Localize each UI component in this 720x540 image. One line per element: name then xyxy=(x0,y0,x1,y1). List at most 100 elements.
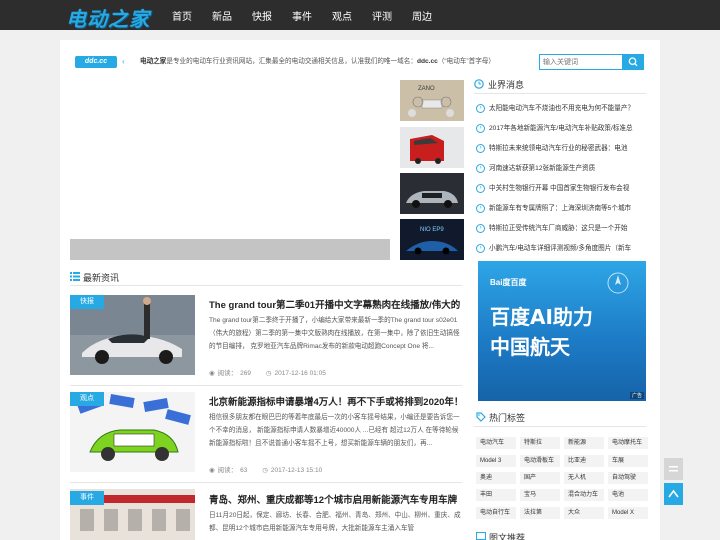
hot-tag[interactable]: 大众 xyxy=(564,507,604,519)
nav-events[interactable]: 事件 xyxy=(292,8,312,23)
latest-divider xyxy=(70,285,462,286)
hot-tag[interactable]: 特斯拉 xyxy=(520,437,560,449)
search-button[interactable] xyxy=(623,54,644,70)
nav-peripherals[interactable]: 周边 xyxy=(412,8,432,23)
notice-text-mid: 是专业的电动车行业资讯网站，汇集最全的电动交通相关信息，认准我们的唯一域名： xyxy=(166,58,417,65)
hot-tag[interactable]: 国产 xyxy=(520,472,560,484)
chevron-right-icon: › xyxy=(476,243,485,253)
nav-home[interactable]: 首页 xyxy=(172,8,192,23)
industry-news-title: 业界消息 xyxy=(488,80,525,90)
industry-item-label: 小鹏汽车/电动车详细评测视频/多角度图片（新车 xyxy=(489,245,632,252)
hot-tags-divider xyxy=(474,426,646,427)
chevron-right-icon: › xyxy=(476,103,485,113)
article-2-tag[interactable]: 观点 xyxy=(70,392,104,406)
tag-icon xyxy=(476,412,486,422)
article-2-title[interactable]: 北京新能源指标申请暴增4万人！再不下手或将排到2020年！ xyxy=(209,394,461,408)
hot-tag[interactable]: 奥迪 xyxy=(476,472,516,484)
notice-domain: ddc.cc xyxy=(416,58,438,65)
svg-text:NIO EP9: NIO EP9 xyxy=(420,227,444,233)
hot-tag[interactable]: 电池 xyxy=(608,489,648,501)
industry-item[interactable]: › 新能源车有专属牌照了：上海深圳济南等5个城市 xyxy=(476,203,646,215)
article-2-summary: 相信很多朋友都在眼巴巴的等着年底最后一次的小客车摇号结果，小编还是要告诉您一个不… xyxy=(209,414,460,447)
ad-brand: Bai度百度 xyxy=(490,278,527,287)
arrow-up-icon xyxy=(668,489,679,498)
featured-slider[interactable] xyxy=(70,80,390,260)
article-3-title[interactable]: 青岛、郑州、重庆成都等12个城市启用新能源汽车专用车牌 xyxy=(209,492,461,506)
industry-item[interactable]: › 特斯拉未来统领电动汽车行业的秘密武器：电池 xyxy=(476,143,646,155)
article-1-date: 2017-12-16 01:05 xyxy=(274,370,326,377)
hot-tag[interactable]: 比亚迪 xyxy=(564,455,604,467)
article-2-views: 63 xyxy=(240,467,248,474)
article-1-tag[interactable]: 快报 xyxy=(70,295,104,309)
industry-item[interactable]: › 河南速达新获第12张新能源生产资质 xyxy=(476,163,646,175)
clock-icon: ◷ xyxy=(262,467,268,474)
article-3-summary: 日11月20日起，保定、廊坊、长春、合肥、福州、青岛、郑州、中山、柳州、重庆、成… xyxy=(209,512,461,532)
article-1-views-label: 阅读： xyxy=(217,370,238,377)
notice-site-name: 电动之家 xyxy=(140,58,167,65)
site-logo[interactable]: 电动之家 xyxy=(66,3,150,32)
industry-item[interactable]: › 太阳能电动汽车不烧油也不用充电为何不能量产？ xyxy=(476,103,646,115)
industry-item-label: 2017年各地新能源汽车/电动汽车补贴政策/标准总 xyxy=(489,125,633,132)
industry-item[interactable]: › 特斯拉正受传统汽车厂商威胁：这只是一个开始 xyxy=(476,223,646,235)
industry-item[interactable]: › 小鹏汽车/电动车详细评测视频/多角度图片（新车 xyxy=(476,243,646,255)
article-3-tag[interactable]: 事件 xyxy=(70,491,104,505)
hot-tag[interactable]: 新能源 xyxy=(564,437,604,449)
image-recommend-title: 图文推荐 xyxy=(489,533,526,540)
hot-tags-title: 热门标签 xyxy=(489,413,526,423)
svg-text:ZANO: ZANO xyxy=(418,86,435,92)
hot-tag[interactable]: 电动滑板车 xyxy=(520,455,560,467)
chevron-left-icon: ‹ xyxy=(122,57,125,66)
chevron-right-icon: › xyxy=(476,143,485,153)
hot-tag[interactable]: 宝马 xyxy=(520,489,560,501)
nav-news-flash[interactable]: 快报 xyxy=(252,8,272,23)
thumb-tesla-semi[interactable] xyxy=(400,127,464,168)
chevron-right-icon: › xyxy=(476,123,485,133)
thumb-zano-drone[interactable]: ZANO xyxy=(400,80,464,121)
article-1-title[interactable]: The grand tour第二季01开播中文字幕熟肉在线播放/伟大的 xyxy=(209,297,461,311)
industry-item-label: 中关村生物银行开幕 中国首家生物银行发布会视 xyxy=(489,185,630,192)
industry-item-label: 河南速达新获第12张新能源生产资质 xyxy=(489,165,596,172)
eye-icon: ◉ xyxy=(209,370,215,377)
hot-tag[interactable]: Model X xyxy=(608,507,648,519)
nav-opinions[interactable]: 观点 xyxy=(332,8,352,23)
article-divider xyxy=(70,482,462,483)
ad-headline-2: 中国航天 xyxy=(490,335,570,359)
search-input[interactable] xyxy=(539,54,623,70)
hot-tag[interactable]: 丰田 xyxy=(476,489,516,501)
hot-tag[interactable]: 车展 xyxy=(608,455,648,467)
top-navbar: 电动之家 首页 新品 快报 事件 观点 评测 周边 xyxy=(0,0,720,32)
industry-item[interactable]: › 中关村生物银行开幕 中国首家生物银行发布会视 xyxy=(476,183,646,195)
menu-icon xyxy=(669,466,678,472)
nav-reviews[interactable]: 评测 xyxy=(372,8,392,23)
hot-tag[interactable]: 电动摩托车 xyxy=(608,437,648,449)
domain-badge: ddc.cc xyxy=(75,56,117,68)
float-menu-button[interactable] xyxy=(664,458,683,480)
article-2-meta: ◉ 阅读： 63 ◷ 2017-12-13 15:10 xyxy=(209,464,325,474)
clock-icon: ◷ xyxy=(265,370,272,377)
industry-item-label: 太阳能电动汽车不烧油也不用充电为何不能量产？ xyxy=(489,105,635,112)
article-1-views: 269 xyxy=(240,370,252,377)
baidu-ad-banner[interactable]: Bai度百度 百度AI助力 中国航天 广告 xyxy=(478,261,646,401)
hot-tag[interactable]: Model 3 xyxy=(476,455,516,467)
back-to-top-button[interactable] xyxy=(664,483,683,505)
hot-tag[interactable]: 电动自行车 xyxy=(476,507,516,519)
industry-divider xyxy=(474,93,646,94)
chevron-right-icon: › xyxy=(476,203,485,213)
article-divider xyxy=(70,385,462,386)
list-icon xyxy=(70,272,80,281)
hot-tag[interactable]: 自动驾驶 xyxy=(608,472,648,484)
hot-tag[interactable]: 混合动力车 xyxy=(564,489,604,501)
nav-new-products[interactable]: 新品 xyxy=(212,8,232,23)
hot-tag[interactable]: 法拉第 xyxy=(520,507,560,519)
ad-headline-1: 百度AI助力 xyxy=(490,305,593,329)
thumb-jaguar-ipace[interactable] xyxy=(400,173,464,214)
industry-item-label: 特斯拉正受传统汽车厂商威胁：这只是一个开始 xyxy=(489,225,628,232)
notice-text: 电动之家是专业的电动车行业资讯网站，汇集最全的电动交通相关信息，认准我们的唯一域… xyxy=(140,56,600,68)
notice-text-end: （“电动车”首字母） xyxy=(437,58,495,65)
industry-item[interactable]: › 2017年各地新能源汽车/电动汽车补贴政策/标准总 xyxy=(476,123,646,135)
latest-news-title: 最新资讯 xyxy=(83,273,120,283)
supercar-image: NIO EP9 xyxy=(400,219,464,260)
hot-tag[interactable]: 无人机 xyxy=(564,472,604,484)
thumb-nio-ep9[interactable]: NIO EP9 xyxy=(400,219,464,260)
hot-tag[interactable]: 电动汽车 xyxy=(476,437,516,449)
